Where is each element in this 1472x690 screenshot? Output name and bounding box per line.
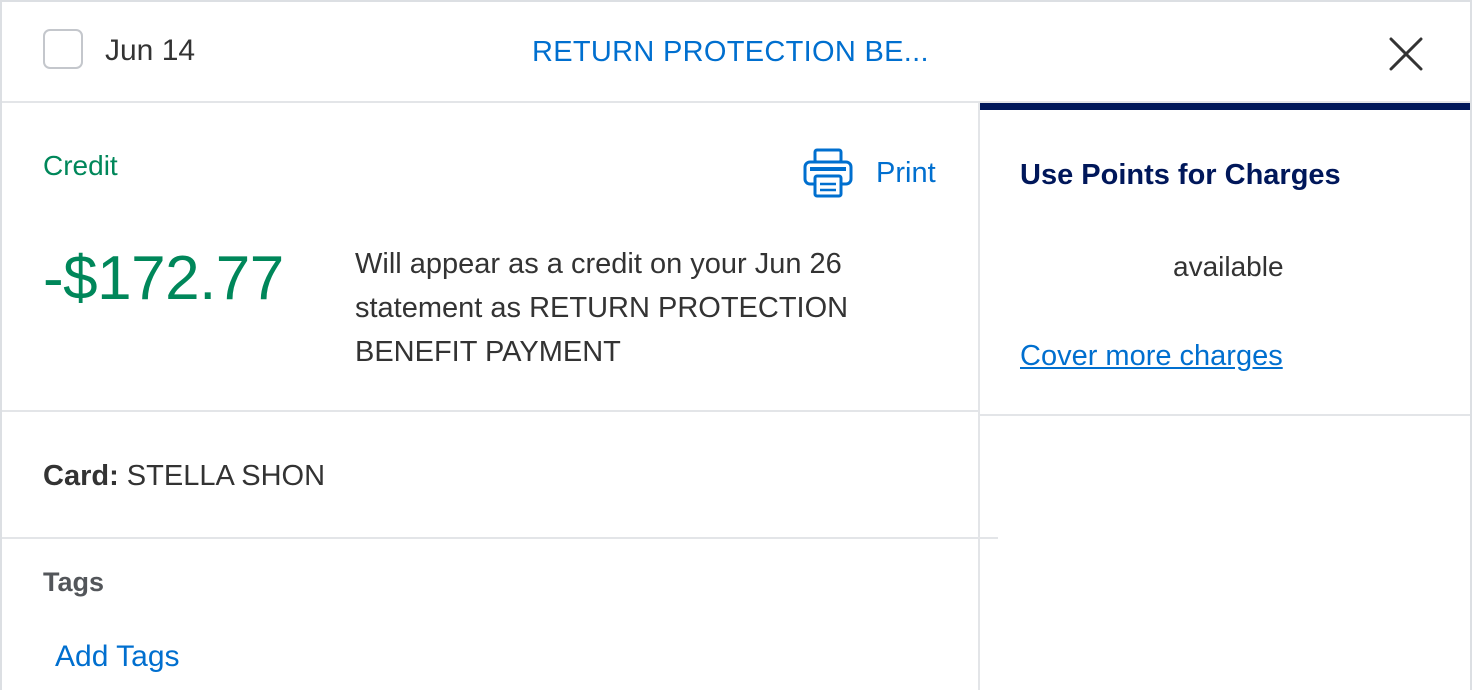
card-holder-name: STELLA SHON: [126, 460, 326, 492]
add-tags-link[interactable]: Add Tags: [55, 639, 180, 675]
accent-bar: [980, 103, 1470, 110]
select-checkbox[interactable]: [43, 29, 83, 69]
section-divider: [2, 537, 998, 539]
merchant-title-link[interactable]: RETURN PROTECTION BE...: [532, 34, 929, 70]
section-divider: [980, 414, 1470, 416]
transaction-amount: -$172.77: [43, 244, 284, 313]
transaction-type-label: Credit: [43, 150, 118, 181]
transaction-header: Jun 14 RETURN PROTECTION BE...: [2, 2, 1470, 103]
close-icon: [1389, 37, 1423, 71]
print-label: Print: [876, 157, 936, 189]
transaction-description: Will appear as a credit on your Jun 26 s…: [355, 248, 849, 368]
points-title: Use Points for Charges: [1020, 159, 1341, 191]
section-divider: [2, 410, 978, 412]
transaction-details: Credit Print -$172.77 Will appear as a c…: [2, 103, 998, 690]
points-panel: Use Points for Charges available Cover m…: [980, 103, 1470, 690]
printer-icon: [803, 148, 853, 198]
card-label: Card:: [43, 460, 119, 492]
print-button[interactable]: Print: [802, 147, 936, 199]
tags-heading: Tags: [43, 567, 105, 597]
close-button[interactable]: [1386, 34, 1426, 74]
transaction-detail-panel: Jun 14 RETURN PROTECTION BE... Credit Pr…: [0, 0, 1472, 690]
points-available-text: available: [1173, 251, 1284, 282]
transaction-date: Jun 14: [105, 34, 196, 67]
card-info: Card: STELLA SHON: [43, 458, 325, 494]
cover-more-charges-link[interactable]: Cover more charges: [1020, 338, 1283, 374]
